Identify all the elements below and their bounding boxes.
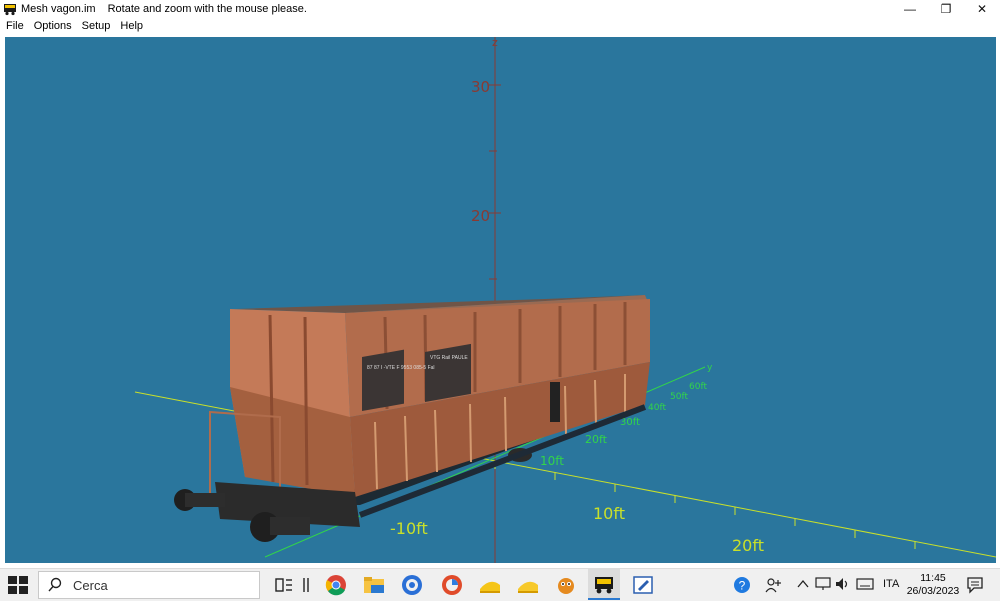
x-tick-20: 20ft: [732, 536, 764, 555]
menu-bar: File Options Setup Help: [0, 18, 1000, 34]
z-tick-30: 30: [471, 78, 490, 96]
y-tick-20: 20ft: [585, 433, 608, 446]
window-message: Rotate and zoom with the mouse please.: [107, 3, 307, 15]
close-button[interactable]: ✕: [964, 0, 1000, 18]
windows-start-icon[interactable]: [8, 576, 28, 594]
chrome-icon[interactable]: [324, 573, 348, 597]
chevron-up-icon[interactable]: [797, 578, 809, 590]
y-tick-40: 40ft: [648, 403, 666, 413]
x-tick-10: 10ft: [593, 504, 625, 523]
ccleaner-icon[interactable]: [440, 573, 464, 597]
3d-viewport[interactable]: z 30 20 -10ft 10ft 20ft y 10ft 20ft 30ft…: [5, 37, 996, 563]
browser-app-icon[interactable]: [400, 573, 424, 597]
y-tick-30: 30ft: [620, 417, 640, 428]
wagon-taskbar-icon: [595, 577, 613, 594]
volume-icon[interactable]: [835, 577, 851, 591]
scene-canvas[interactable]: z 30 20 -10ft 10ft 20ft y 10ft 20ft 30ft…: [5, 37, 996, 563]
clock-date: 26/03/2023: [906, 585, 960, 597]
search-icon: [48, 577, 62, 592]
sandwich-app-icon[interactable]: [478, 573, 502, 597]
hopper-wagon-model[interactable]: 87 87 I -VTE F 9553 085-5 Fal VTG Rail P…: [174, 295, 650, 542]
clock-time: 11:45: [920, 572, 946, 584]
y-tick-10: 10ft: [540, 454, 564, 468]
title-bar: Mesh vagon.im Rotate and zoom with the m…: [0, 0, 1000, 18]
svg-text:?: ?: [739, 579, 746, 593]
input-language[interactable]: ITA: [883, 578, 899, 590]
wagon-panel-right: VTG Rail PAULE: [430, 355, 468, 361]
keyboard-icon[interactable]: [856, 578, 874, 590]
editor-app-icon[interactable]: [631, 573, 655, 597]
file-explorer-icon[interactable]: [362, 573, 386, 597]
z-axis: z 30 20: [471, 37, 501, 563]
taskbar-search-box[interactable]: Cerca: [38, 571, 260, 599]
menu-help[interactable]: Help: [116, 20, 147, 32]
task-view-icon[interactable]: [272, 573, 296, 597]
y-tick-60: 60ft: [689, 382, 707, 392]
menu-file[interactable]: File: [2, 20, 28, 32]
z-tick-20: 20: [471, 207, 490, 225]
game-app-icon[interactable]: [554, 573, 578, 597]
x-tick-minus10: -10ft: [390, 519, 428, 538]
menu-setup[interactable]: Setup: [78, 20, 115, 32]
cheese-app-icon[interactable]: [516, 573, 540, 597]
system-clock[interactable]: 11:45 26/03/2023: [905, 572, 961, 598]
menu-options[interactable]: Options: [30, 20, 76, 32]
search-placeholder: Cerca: [73, 577, 108, 593]
network-icon[interactable]: [815, 577, 831, 591]
y-tick-50: 50ft: [670, 392, 688, 402]
wagon-panel-left: 87 87 I -VTE F 9553 085-5 Fal: [367, 365, 435, 371]
notifications-icon[interactable]: [966, 576, 984, 594]
wagon-app-icon: [4, 4, 16, 16]
help-icon[interactable]: ?: [733, 576, 751, 594]
y-axis-label: y: [707, 363, 713, 373]
window-title: Mesh vagon.im: [21, 3, 96, 15]
people-icon[interactable]: [765, 576, 783, 594]
maximize-button[interactable]: ❐: [928, 0, 964, 18]
minimize-button[interactable]: —: [892, 0, 928, 18]
taskbar-active-app[interactable]: [588, 569, 620, 600]
z-axis-label: z: [492, 37, 498, 49]
widgets-divider-icon[interactable]: [294, 573, 318, 597]
taskbar: Cerca ? ITA 11:45 26/03/2023: [0, 568, 1000, 601]
